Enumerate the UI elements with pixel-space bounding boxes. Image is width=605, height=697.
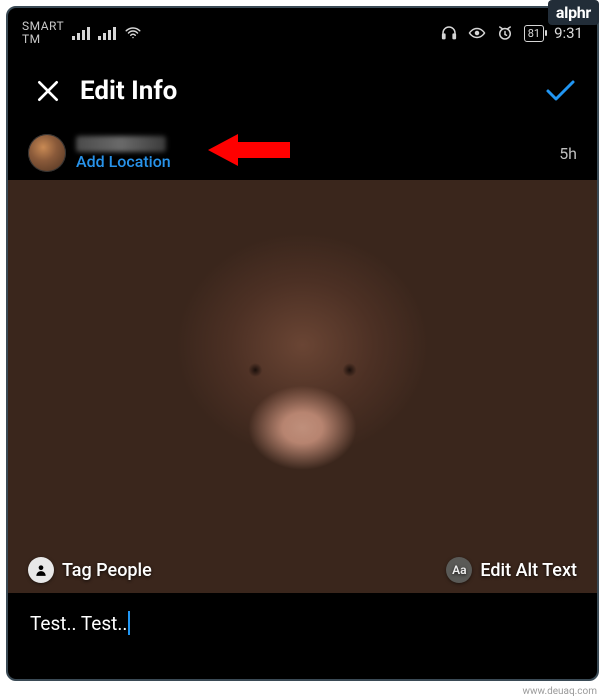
battery-level: 81 [528, 27, 540, 40]
tag-people-button[interactable]: Tag People [28, 557, 152, 583]
alarm-icon [496, 24, 514, 42]
edit-alt-text-button[interactable]: Aa Edit Alt Text [446, 557, 577, 583]
tag-people-label: Tag People [62, 560, 152, 581]
person-icon [28, 557, 54, 583]
headphones-icon [440, 24, 458, 42]
alt-text-icon: Aa [446, 557, 472, 583]
confirm-button[interactable] [543, 74, 577, 108]
caption-text: Test.. Test.. [30, 612, 127, 635]
annotation-arrow [208, 130, 290, 170]
avatar[interactable] [28, 134, 66, 172]
add-location-link[interactable]: Add Location [76, 152, 171, 171]
check-icon [543, 74, 577, 108]
brand-watermark: alphr [548, 0, 599, 25]
signal-icon [98, 26, 116, 40]
edit-alt-text-label: Edit Alt Text [480, 560, 577, 581]
post-timestamp: 5h [559, 144, 577, 163]
header-bar: Edit Info [8, 56, 597, 126]
post-meta: Add Location [76, 136, 171, 171]
text-cursor [128, 611, 130, 635]
carrier-line2: TM [22, 33, 64, 46]
clock: 9:31 [554, 24, 583, 42]
image-overlay-row: Tag People Aa Edit Alt Text [8, 557, 597, 583]
alt-icon-label: Aa [452, 563, 466, 577]
close-button[interactable] [34, 77, 62, 105]
phone-frame: SMART TM 81 9:31 [6, 6, 599, 681]
wifi-icon [124, 24, 142, 42]
status-right: 81 9:31 [440, 24, 583, 42]
username-redacted [76, 136, 166, 152]
post-header: Add Location 5h [8, 126, 597, 180]
battery-indicator: 81 [524, 25, 544, 42]
caption-input[interactable]: Test.. Test.. [8, 593, 597, 653]
close-icon [35, 78, 61, 104]
carrier-label: SMART TM [22, 20, 64, 45]
post-image[interactable]: Tag People Aa Edit Alt Text [8, 180, 597, 593]
signal-icon [72, 26, 90, 40]
url-watermark: www.deuaq.com [523, 686, 598, 697]
eye-icon [468, 24, 486, 42]
page-title: Edit Info [80, 76, 525, 106]
status-left: SMART TM [22, 20, 142, 45]
status-bar: SMART TM 81 9:31 [8, 8, 597, 56]
